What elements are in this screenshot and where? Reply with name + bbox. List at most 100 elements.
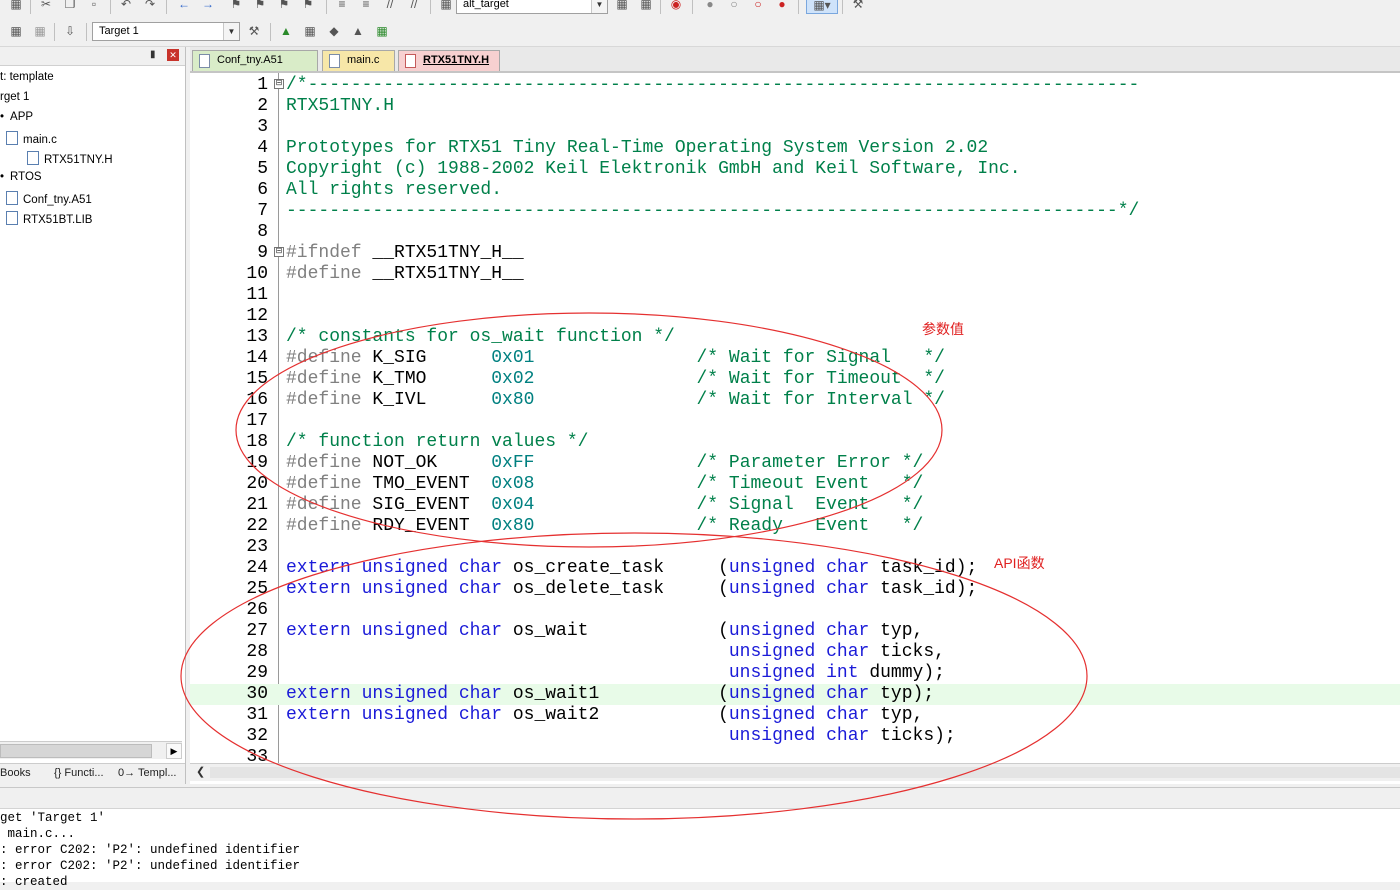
comment-icon[interactable]: // (382, 0, 398, 12)
breakpoint-icon[interactable]: ● (702, 0, 718, 12)
editor-hscrollbar[interactable]: ❮ (190, 763, 1400, 781)
code-editor[interactable]: 1 ⊟/*------------------------------------… (190, 73, 1400, 763)
tree-file-rtx51tny-h[interactable]: RTX51TNY.H (27, 151, 113, 166)
cut-icon[interactable]: ✂ (38, 0, 54, 12)
tree-group-rtos[interactable]: • RTOS (0, 171, 42, 183)
code-line[interactable]: 28 unsigned char ticks, (190, 642, 1400, 663)
fold-toggle-icon[interactable]: ⊟ (274, 79, 284, 89)
tree-file-main-c[interactable]: main.c (6, 131, 57, 146)
bookmark-icon[interactable]: ⚑ (228, 0, 244, 12)
paste-icon[interactable]: ▫ (86, 0, 102, 12)
code-line[interactable]: 33 (190, 747, 1400, 763)
scroll-thumb[interactable] (0, 744, 152, 758)
folder-expand-icon[interactable]: • (0, 111, 4, 123)
file-extensions-icon[interactable]: ▦ (302, 23, 318, 39)
translate-icon[interactable]: ▦ (8, 23, 24, 39)
manage-project-icon[interactable]: ▲ (278, 23, 294, 39)
tab-templates[interactable]: 0→ Templ... (118, 767, 177, 779)
code-line[interactable]: 26 (190, 600, 1400, 621)
pack-installer-icon[interactable]: ▲ (350, 23, 366, 39)
code-line[interactable]: 24 extern unsigned char os_create_task (u… (190, 558, 1400, 579)
code-line[interactable]: 15 #define K_TMO 0x02 /* Wait for Timeout… (190, 369, 1400, 390)
target-options-icon[interactable]: ⚒ (246, 23, 262, 39)
code-line[interactable]: 14 #define K_SIG 0x01 /* Wait for Signal … (190, 348, 1400, 369)
code-line[interactable]: 6 All rights reserved. (190, 180, 1400, 201)
project-root[interactable]: t: template (0, 71, 54, 83)
code-line[interactable]: 8 (190, 222, 1400, 243)
code-line[interactable]: 19 #define NOT_OK 0xFF /* Parameter Error… (190, 453, 1400, 474)
bookmark-next-icon[interactable]: ⚑ (276, 0, 292, 12)
code-line[interactable]: 12 (190, 306, 1400, 327)
find-icon[interactable]: ▦ (614, 0, 630, 12)
undo-icon[interactable]: ↶ (118, 0, 134, 12)
scroll-right-icon[interactable]: ▶ (166, 743, 182, 759)
download-icon[interactable]: ⇩ (62, 23, 78, 39)
tree-file-conf-tny[interactable]: Conf_tny.A51 (6, 191, 92, 206)
code-line[interactable]: 2 RTX51TNY.H (190, 96, 1400, 117)
breakpoint-disable-icon[interactable]: ○ (726, 0, 742, 12)
breakpoint-kill-all-icon[interactable]: ● (774, 0, 790, 12)
pin-icon[interactable]: ▮ (150, 49, 156, 60)
code-line[interactable]: 29 unsigned int dummy); (190, 663, 1400, 684)
scroll-track[interactable] (210, 767, 1400, 778)
project-hscrollbar[interactable]: ▶ (0, 741, 182, 759)
close-icon[interactable]: ✕ (167, 49, 179, 61)
copy-icon[interactable]: ❐ (62, 0, 78, 12)
code-line[interactable]: 31 extern unsigned char os_wait2 (unsigne… (190, 705, 1400, 726)
debug-session-icon[interactable]: ◉ (668, 0, 684, 12)
folder-expand-icon[interactable]: • (0, 171, 4, 183)
bookmark-clear-icon[interactable]: ⚑ (300, 0, 316, 12)
code-line[interactable]: 9 ⊟ #ifndef __RTX51TNY_H__ (190, 243, 1400, 264)
code-line[interactable]: 25 extern unsigned char os_delete_task (u… (190, 579, 1400, 600)
breakpoint-disable-all-icon[interactable]: ○ (750, 0, 766, 12)
tab-conf-tny[interactable]: Conf_tny.A51 (192, 50, 318, 71)
incremental-find-icon[interactable]: ▦ (638, 0, 654, 12)
code-line[interactable]: 27 extern unsigned char os_wait (unsigned… (190, 621, 1400, 642)
code-line[interactable]: 3 (190, 117, 1400, 138)
build-target-combo[interactable]: Target 1 ▼ (92, 22, 240, 41)
fold-toggle-icon[interactable]: ⊟ (274, 247, 284, 257)
code-line[interactable]: 16 #define K_IVL 0x80 /* Wait for Interva… (190, 390, 1400, 411)
tab-functions[interactable]: {} Functi... (54, 767, 104, 779)
manage-rte-icon[interactable]: ▦ (374, 23, 390, 39)
tab-books[interactable]: Books (0, 767, 31, 779)
code-line[interactable]: 30 extern unsigned char os_wait1 (unsigne… (190, 684, 1400, 705)
code-line[interactable]: 10 #define __RTX51TNY_H__ (190, 264, 1400, 285)
chevron-down-icon[interactable]: ▼ (591, 0, 607, 13)
tab-main-c[interactable]: main.c (322, 50, 395, 71)
target-combo[interactable]: alt_target ▼ (456, 0, 608, 14)
indent-icon[interactable]: ≡ (334, 0, 350, 12)
nav-back-icon[interactable]: ← (176, 0, 192, 12)
code-line[interactable]: 21 #define SIG_EVENT 0x04 /* Signal Event… (190, 495, 1400, 516)
find-in-files-icon[interactable]: ▦ (438, 0, 454, 12)
bookmark-prev-icon[interactable]: ⚑ (252, 0, 268, 12)
scroll-left-icon[interactable]: ❮ (196, 765, 205, 778)
configure-icon[interactable]: ⚒ (850, 0, 866, 12)
code-line[interactable]: 1 ⊟/*------------------------------------… (190, 75, 1400, 96)
save-all-icon[interactable]: ▦ (8, 0, 24, 12)
project-panel: ▮ ✕ t: template rget 1 • APP main.c RTX51… (0, 47, 186, 784)
code-line[interactable]: 22 #define RDY_EVENT 0x80 /* Ready Event … (190, 516, 1400, 537)
code-line[interactable]: 11 (190, 285, 1400, 306)
tree-target[interactable]: rget 1 (0, 91, 29, 103)
nav-forward-icon[interactable]: → (200, 0, 216, 12)
chevron-down-icon[interactable]: ▼ (223, 23, 239, 40)
code-line[interactable]: 4 Prototypes for RTX51 Tiny Real-Time Ope… (190, 138, 1400, 159)
tree-group-app[interactable]: • APP (0, 111, 33, 123)
unindent-icon[interactable]: ≡ (358, 0, 374, 12)
code-line[interactable]: 18 /* function return values */ (190, 432, 1400, 453)
code-line[interactable]: 20 #define TMO_EVENT 0x08 /* Timeout Even… (190, 474, 1400, 495)
tree-file-rtx51bt-lib[interactable]: RTX51BT.LIB (6, 211, 92, 226)
code-line[interactable]: 17 (190, 411, 1400, 432)
code-line[interactable]: 13 /* constants for os_wait function */ (190, 327, 1400, 348)
code-line[interactable]: 7 ---------------------------------------… (190, 201, 1400, 222)
select-packs-icon[interactable]: ◆ (326, 23, 342, 39)
build-icon[interactable]: ▦ (32, 23, 48, 39)
code-line[interactable]: 5 Copyright (c) 1988-2002 Keil Elektronik… (190, 159, 1400, 180)
uncomment-icon[interactable]: // (406, 0, 422, 12)
tab-rtx51tny-h[interactable]: RTX51TNY.H (398, 50, 500, 71)
code-line[interactable]: 32 unsigned char ticks); (190, 726, 1400, 747)
code-line[interactable]: 23 (190, 537, 1400, 558)
redo-icon[interactable]: ↷ (142, 0, 158, 12)
window-layout-icon[interactable]: ▦▾ (806, 0, 838, 14)
